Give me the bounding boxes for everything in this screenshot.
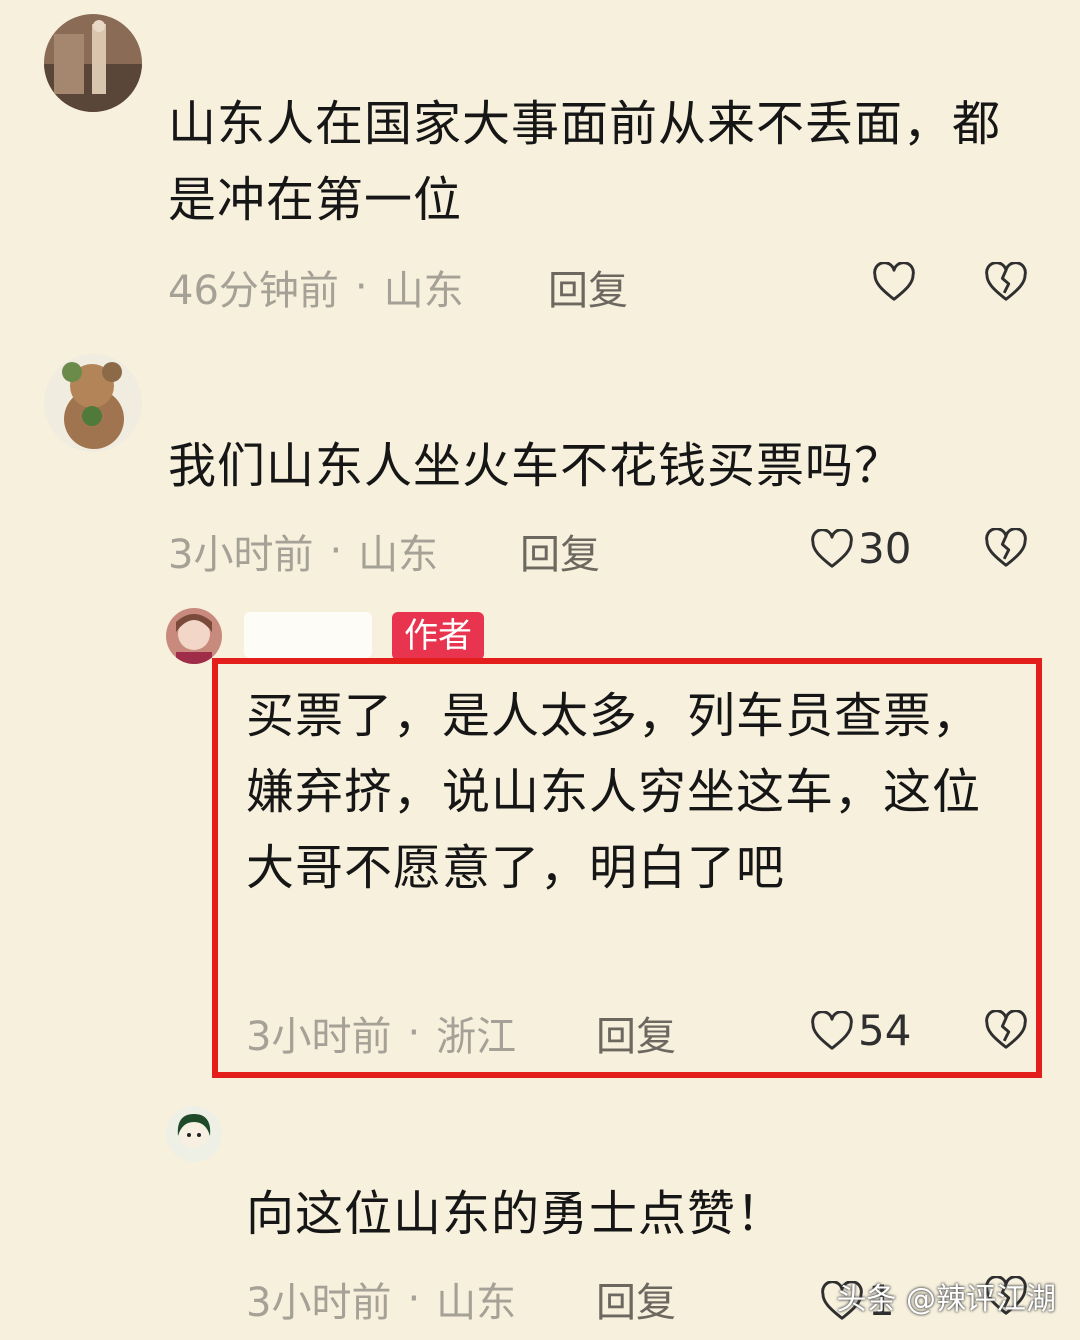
reply-button[interactable]: 回复 (548, 258, 628, 316)
comment-time: 46分钟前 (168, 268, 339, 314)
broken-heart-icon (984, 528, 1028, 568)
like-button[interactable] (872, 262, 916, 302)
comment-meta: 3小时前 · 浙江 (246, 1004, 516, 1062)
meta-separator: · (407, 1010, 421, 1056)
comment-text: 我们山东人坐火车不花钱买票吗？ (168, 438, 904, 494)
comment-text: 山东人在国家大事面前从来不丢面，都是冲在第一位 (168, 96, 1002, 228)
heart-outline-icon (872, 262, 916, 302)
author-badge: 作者 (392, 612, 484, 660)
broken-heart-icon (984, 262, 1028, 302)
comment-meta: 3小时前 · 山东 (246, 1270, 516, 1328)
comment-time: 3小时前 (246, 1014, 392, 1060)
comment-text: 向这位山东的勇士点赞！ (246, 1186, 786, 1242)
like-count: 30 (858, 524, 912, 573)
reply-button[interactable]: 回复 (596, 1270, 676, 1328)
like-button[interactable]: 30 (810, 524, 911, 573)
redacted-username (244, 612, 372, 658)
reply-button[interactable]: 回复 (520, 522, 600, 580)
avatar[interactable] (44, 14, 142, 112)
watermark: 头条 @辣评江湖 (836, 1282, 1056, 1317)
comment-location: 浙江 (436, 1014, 517, 1060)
heart-outline-icon (810, 1010, 854, 1051)
dislike-button[interactable] (984, 528, 1028, 568)
avatar[interactable] (166, 1106, 222, 1162)
broken-heart-icon (984, 1010, 1028, 1050)
reply-button[interactable]: 回复 (596, 1004, 676, 1062)
avatar[interactable] (44, 354, 142, 452)
comment-meta: 3小时前 · 山东 (168, 522, 438, 580)
meta-separator: · (329, 528, 343, 574)
comment-location: 山东 (383, 268, 464, 314)
meta-separator: · (354, 264, 368, 310)
comment-time: 3小时前 (168, 532, 314, 578)
comment-time: 3小时前 (246, 1280, 392, 1326)
meta-separator: · (407, 1276, 421, 1322)
dislike-button[interactable] (984, 262, 1028, 302)
like-count: 54 (858, 1006, 912, 1055)
avatar[interactable] (166, 608, 222, 664)
comment-location: 山东 (358, 532, 439, 578)
like-button[interactable]: 54 (810, 1006, 911, 1055)
dislike-button[interactable] (984, 1010, 1028, 1050)
comment-text: 买票了，是人太多，列车员查票，嫌弃挤，说山东人穷坐这车，这位大哥不愿意了，明白了… (246, 688, 982, 896)
heart-outline-icon (810, 528, 854, 569)
comment-meta: 46分钟前 · 山东 (168, 258, 464, 316)
comment-location: 山东 (436, 1280, 517, 1326)
